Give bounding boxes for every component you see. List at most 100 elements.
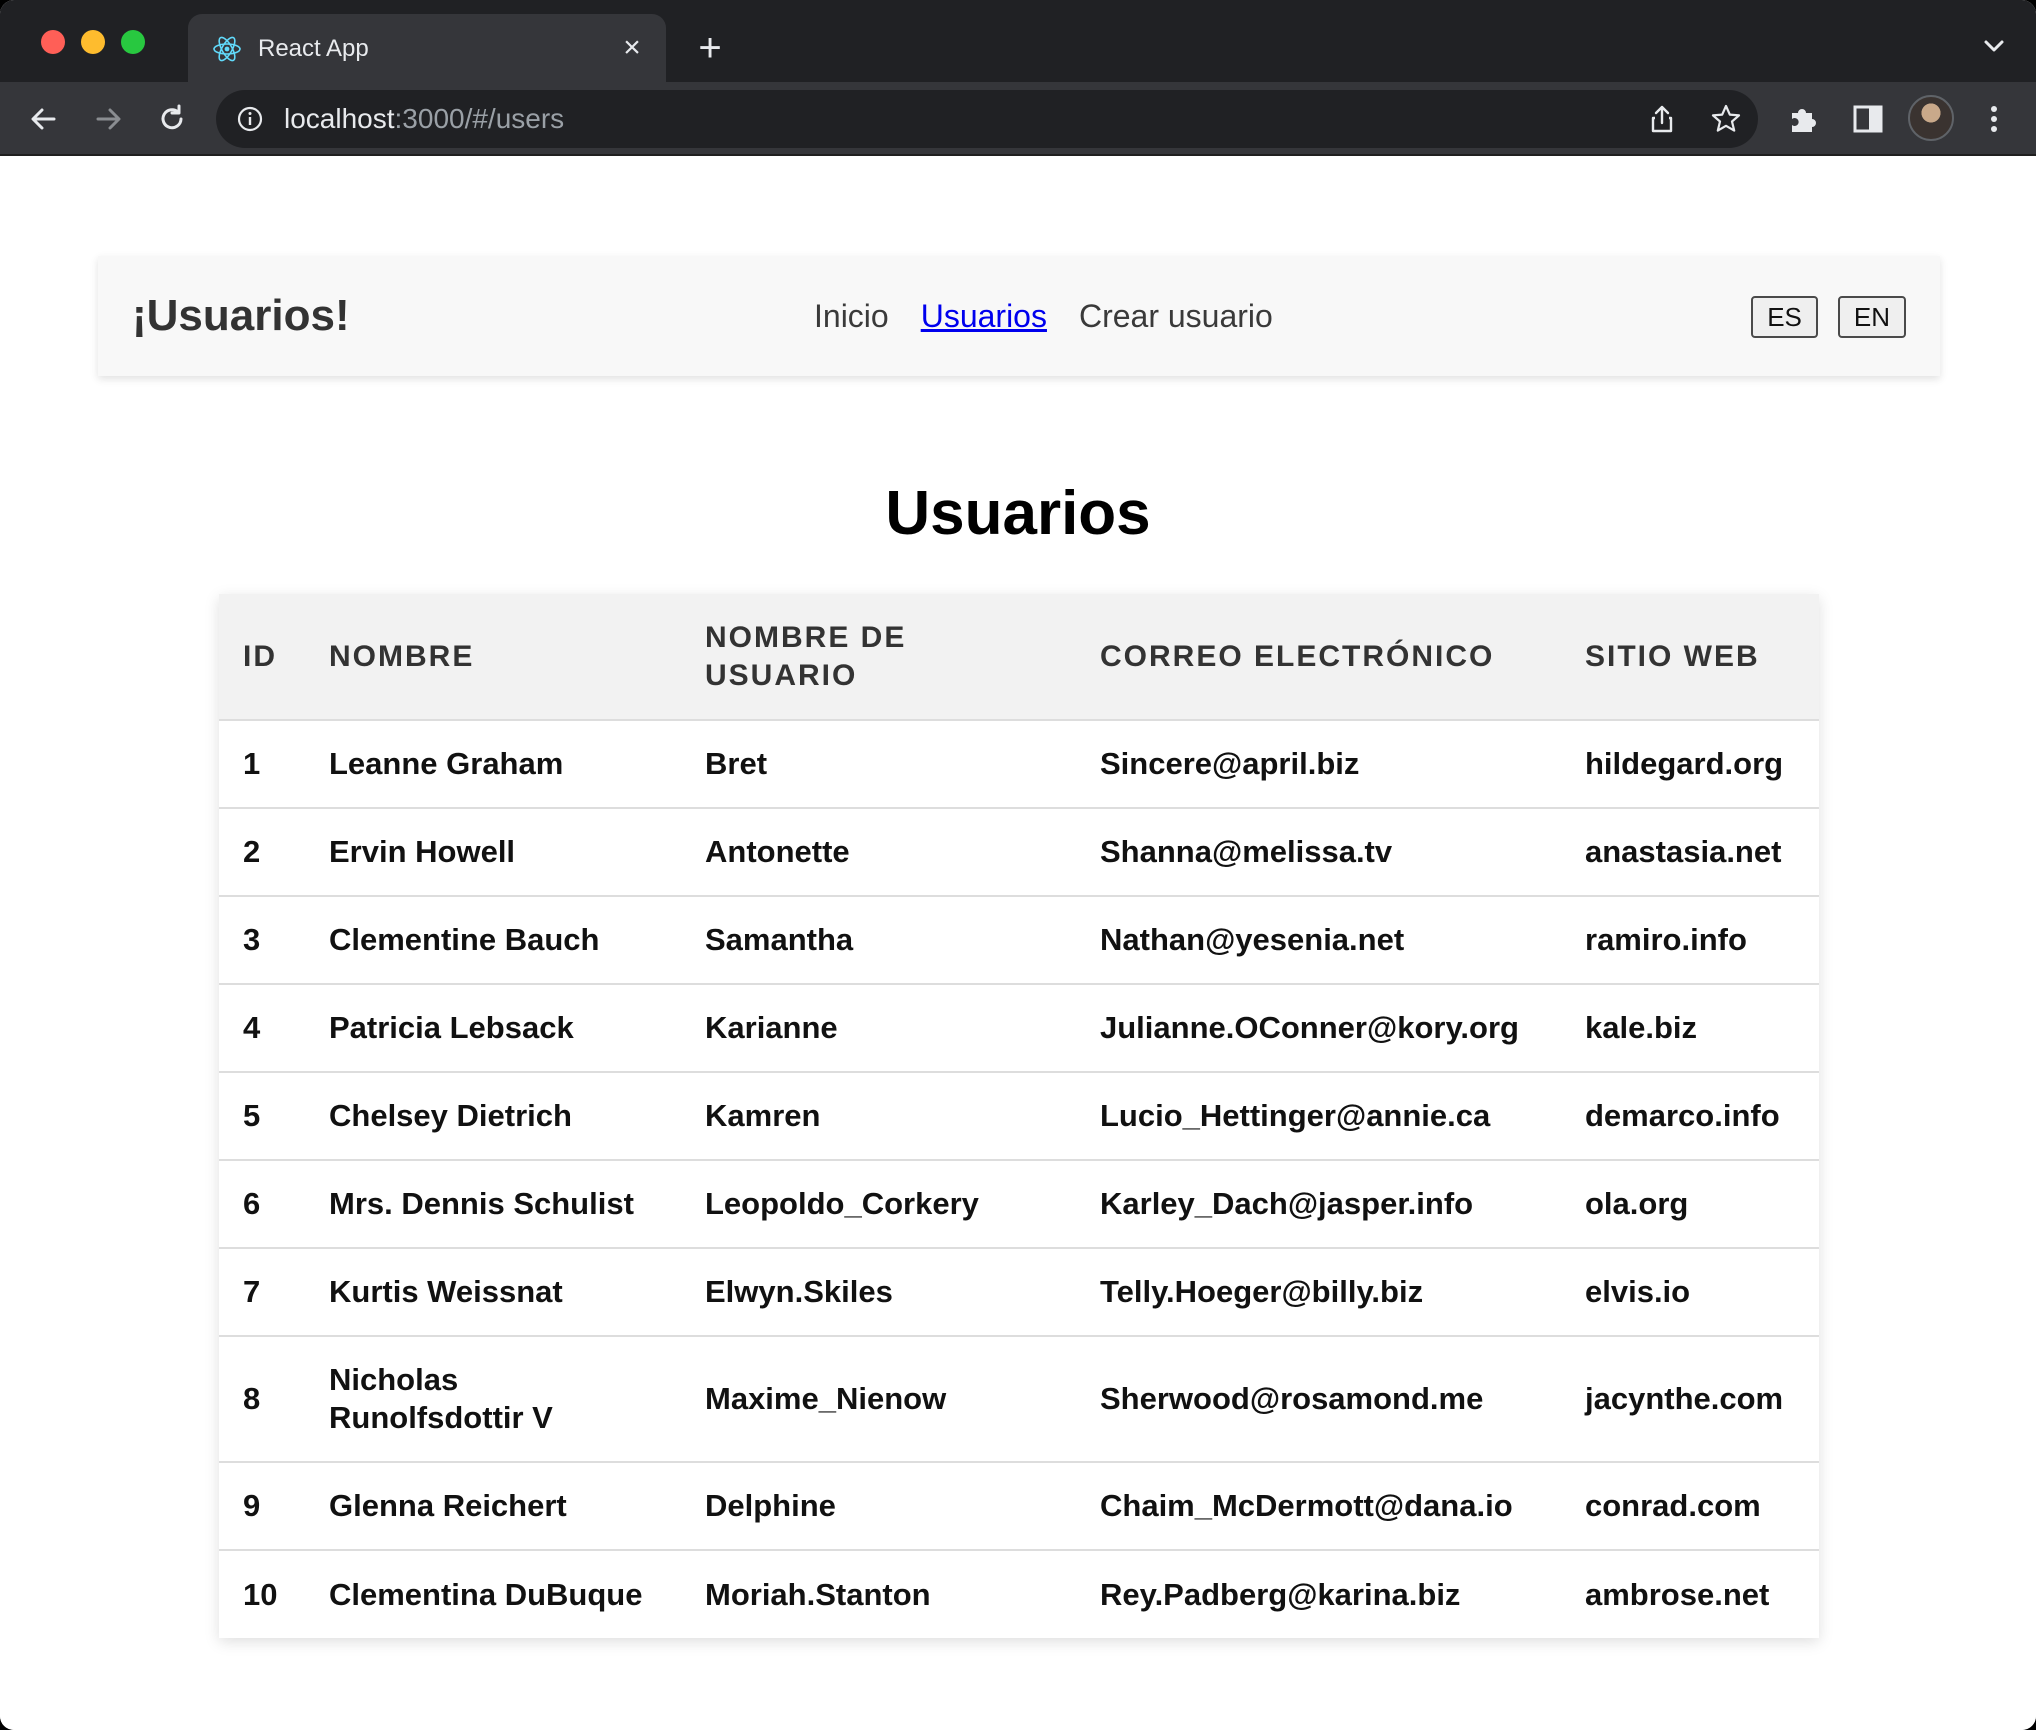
nav-link-crear-usuario[interactable]: Crear usuario [1079, 296, 1273, 336]
back-arrow-icon[interactable] [24, 99, 64, 139]
cell-email: Karley_Dach@jasper.info [1076, 1159, 1561, 1248]
address-bar[interactable]: localhost:3000/#/users [216, 90, 1758, 148]
cell-website: kale.biz [1561, 983, 1819, 1072]
table-row: 8 Nicholas Runolfsdottir V Maxime_Nienow… [219, 1335, 1819, 1462]
table-row: 4 Patricia Lebsack Karianne Julianne.OCo… [219, 983, 1819, 1072]
cell-id: 5 [219, 1071, 305, 1160]
language-switcher: ES EN [1751, 296, 1906, 338]
kebab-menu-icon[interactable] [1982, 101, 2006, 137]
cell-id: 9 [219, 1461, 305, 1550]
lang-es-button[interactable]: ES [1751, 296, 1818, 338]
tab-title: React App [258, 35, 369, 62]
share-icon[interactable] [1646, 103, 1678, 135]
extensions-puzzle-icon[interactable] [1786, 101, 1822, 137]
cell-username: Antonette [681, 807, 1076, 896]
column-header-email: CORREO ELECTRÓNICO [1100, 639, 1495, 673]
close-window-button[interactable] [41, 30, 65, 54]
cell-website: jacynthe.com [1561, 1335, 1819, 1462]
tab-close-icon[interactable]: × [616, 32, 648, 64]
browser-window: React App × + localhost:3000/#/users ¡Us… [0, 0, 2036, 1730]
cell-id: 3 [219, 895, 305, 984]
cell-email: Nathan@yesenia.net [1076, 895, 1561, 984]
app-navbar: ¡Usuarios! Inicio Usuarios Crear usuario… [98, 256, 1940, 376]
browser-tab[interactable]: React App × [188, 14, 666, 82]
cell-id: 8 [219, 1335, 305, 1462]
cell-name: Clementina DuBuque [305, 1549, 681, 1638]
nav-link-inicio[interactable]: Inicio [814, 296, 889, 336]
nav-link-usuarios[interactable]: Usuarios [921, 296, 1047, 336]
cell-username: Karianne [681, 983, 1076, 1072]
cell-website: ambrose.net [1561, 1549, 1819, 1638]
cell-name: Glenna Reichert [305, 1461, 681, 1550]
cell-website: hildegard.org [1561, 719, 1819, 808]
cell-name: Clementine Bauch [305, 895, 681, 984]
cell-email: Rey.Padberg@karina.biz [1076, 1549, 1561, 1638]
cell-username: Kamren [681, 1071, 1076, 1160]
profile-avatar[interactable] [1908, 95, 1954, 141]
table-row: 2 Ervin Howell Antonette Shanna@melissa.… [219, 807, 1819, 896]
cell-name: Mrs. Dennis Schulist [305, 1159, 681, 1248]
side-panel-icon[interactable] [1850, 101, 1886, 137]
users-table: ID NOMBRE NOMBRE DE USUARIO CORREO ELECT… [219, 594, 1819, 1638]
url-host: localhost [284, 103, 395, 134]
cell-username: Leopoldo_Corkery [681, 1159, 1076, 1248]
cell-website: conrad.com [1561, 1461, 1819, 1550]
column-header-id: ID [243, 639, 277, 673]
table-header-row: ID NOMBRE NOMBRE DE USUARIO CORREO ELECT… [219, 594, 1819, 720]
cell-email: Chaim_McDermott@dana.io [1076, 1461, 1561, 1550]
bookmark-star-icon[interactable] [1710, 103, 1742, 135]
cell-name: Nicholas Runolfsdottir V [305, 1335, 681, 1462]
cell-username: Samantha [681, 895, 1076, 984]
cell-username: Elwyn.Skiles [681, 1247, 1076, 1336]
cell-name: Ervin Howell [305, 807, 681, 896]
cell-id: 1 [219, 719, 305, 808]
table-row: 9 Glenna Reichert Delphine Chaim_McDermo… [219, 1461, 1819, 1550]
page-title: Usuarios [885, 479, 1151, 548]
column-header-website: SITIO WEB [1585, 639, 1760, 673]
nav-links: Inicio Usuarios Crear usuario [814, 296, 1273, 336]
cell-name: Chelsey Dietrich [305, 1071, 681, 1160]
cell-username: Bret [681, 719, 1076, 808]
tab-strip: React App × + [0, 0, 2036, 82]
page-content: ¡Usuarios! Inicio Usuarios Crear usuario… [0, 156, 2036, 1730]
cell-email: Lucio_Hettinger@annie.ca [1076, 1071, 1561, 1160]
table-row: 10 Clementina DuBuque Moriah.Stanton Rey… [219, 1549, 1819, 1638]
table-row: 6 Mrs. Dennis Schulist Leopoldo_Corkery … [219, 1159, 1819, 1248]
chevron-down-icon[interactable] [1978, 30, 2010, 62]
table-row: 1 Leanne Graham Bret Sincere@april.biz h… [219, 719, 1819, 808]
info-icon[interactable] [236, 105, 264, 133]
reload-icon[interactable] [152, 99, 192, 139]
cell-email: Telly.Hoeger@billy.biz [1076, 1247, 1561, 1336]
browser-toolbar: localhost:3000/#/users [0, 82, 2036, 156]
table-row: 5 Chelsey Dietrich Kamren Lucio_Hettinge… [219, 1071, 1819, 1160]
column-header-name: NOMBRE [329, 639, 475, 673]
column-header-username: NOMBRE DE USUARIO [705, 620, 907, 692]
cell-website: anastasia.net [1561, 807, 1819, 896]
users-table-container: ID NOMBRE NOMBRE DE USUARIO CORREO ELECT… [219, 594, 1819, 1638]
url-path: :3000/#/users [394, 103, 565, 134]
cell-website: ramiro.info [1561, 895, 1819, 984]
cell-email: Julianne.OConner@kory.org [1076, 983, 1561, 1072]
cell-username: Moriah.Stanton [681, 1549, 1076, 1638]
minimize-window-button[interactable] [81, 30, 105, 54]
cell-name: Kurtis Weissnat [305, 1247, 681, 1336]
cell-id: 4 [219, 983, 305, 1072]
cell-email: Sherwood@rosamond.me [1076, 1335, 1561, 1462]
new-tab-icon[interactable]: + [690, 28, 730, 68]
cell-website: demarco.info [1561, 1071, 1819, 1160]
cell-id: 2 [219, 807, 305, 896]
cell-name: Leanne Graham [305, 719, 681, 808]
lang-en-button[interactable]: EN [1837, 296, 1906, 338]
cell-id: 7 [219, 1247, 305, 1336]
cell-username: Delphine [681, 1461, 1076, 1550]
table-row: 7 Kurtis Weissnat Elwyn.Skiles Telly.Hoe… [219, 1247, 1819, 1336]
maximize-window-button[interactable] [121, 30, 145, 54]
cell-id: 6 [219, 1159, 305, 1248]
cell-email: Shanna@melissa.tv [1076, 807, 1561, 896]
cell-username: Maxime_Nienow [681, 1335, 1076, 1462]
cell-email: Sincere@april.biz [1076, 719, 1561, 808]
url-text: localhost:3000/#/users [284, 103, 564, 135]
cell-website: elvis.io [1561, 1247, 1819, 1336]
app-brand: ¡Usuarios! [132, 291, 350, 340]
forward-arrow-icon[interactable] [88, 99, 128, 139]
